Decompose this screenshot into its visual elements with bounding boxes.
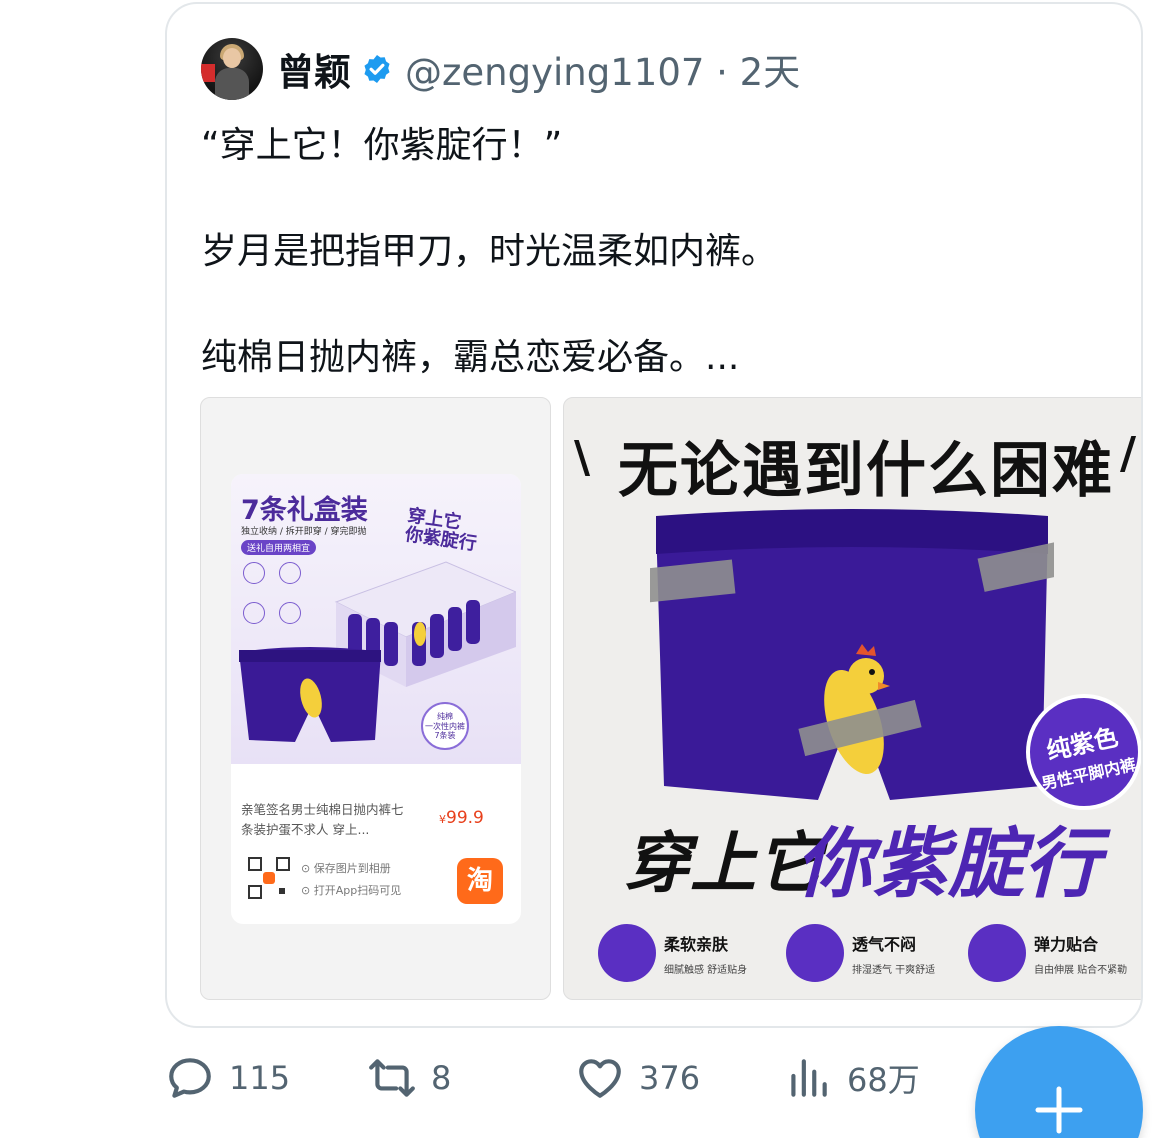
- retweet-button[interactable]: 8: [367, 1048, 451, 1108]
- verified-badge-icon: [364, 55, 390, 83]
- tweet-action-bar: 115 8 376 68万: [165, 1048, 965, 1108]
- reply-count: 115: [229, 1059, 291, 1097]
- product-tag: 送礼自用两相宜: [241, 540, 317, 555]
- media-image-left[interactable]: 7条礼盒装 独立收纳 / 拆开即穿 / 穿完即抛 送礼自用两相宜 穿上它 你紫腚…: [200, 397, 551, 1000]
- views-chart-icon: [791, 1059, 827, 1097]
- product-slogan: 穿上它 你紫腚行: [403, 505, 478, 555]
- product-description: 亲笔签名男士纯棉日抛内裤七条装护蛋不求人 穿上...: [241, 802, 404, 837]
- underwear-illustration: [239, 647, 381, 742]
- handle-and-time[interactable]: @zengying1107 · 2天: [405, 42, 800, 96]
- retweet-icon: [369, 1059, 415, 1097]
- heart-icon: [579, 1059, 621, 1098]
- save-image-hint: ⊙ 保存图片到相册: [301, 862, 391, 875]
- plus-icon: [1035, 1086, 1083, 1134]
- compose-button[interactable]: [975, 1026, 1143, 1138]
- product-share-card: 7条礼盒装 独立收纳 / 拆开即穿 / 穿完即抛 送礼自用两相宜 穿上它 你紫腚…: [231, 474, 521, 924]
- product-image: 7条礼盒装 独立收纳 / 拆开即穿 / 穿完即抛 送礼自用两相宜 穿上它 你紫腚…: [231, 474, 521, 764]
- avatar[interactable]: [201, 38, 263, 100]
- tweet-header: 曾颖 @zengying1107 · 2天: [201, 34, 800, 104]
- feature-dot-icon: [243, 562, 265, 584]
- feature-soft: 柔软亲肤 细腻触感 舒适贴身: [598, 924, 747, 982]
- retweet-count: 8: [431, 1059, 452, 1097]
- product-subtitle: 独立收纳 / 拆开即穿 / 穿完即抛: [241, 527, 367, 537]
- product-price: ¥99.9: [439, 808, 484, 828]
- like-button[interactable]: 376: [575, 1048, 700, 1108]
- ad-headline: 无论遇到什么困难: [618, 436, 1114, 506]
- tweet-text-line-3: 纯棉日抛内裤，霸总恋爱必备。...: [201, 337, 740, 378]
- qr-code-icon: [248, 857, 290, 899]
- airflow-icon: [786, 924, 844, 982]
- taobao-app-icon: 淘: [457, 858, 503, 904]
- bracket-left-icon: \: [574, 432, 591, 483]
- cloud-icon: [598, 924, 656, 982]
- view-count: 68万: [847, 1061, 920, 1099]
- like-count: 376: [639, 1059, 701, 1097]
- feature-breathable: 透气不闷 排湿透气 干爽舒适: [786, 924, 935, 982]
- author-name[interactable]: 曾颖: [277, 42, 351, 96]
- reply-button[interactable]: 115: [165, 1048, 290, 1108]
- underwear-illustration: [650, 509, 1054, 800]
- quoted-tweet-card[interactable]: 曾颖 @zengying1107 · 2天 “穿上它！你紫腚行！” 岁月是把指甲…: [165, 2, 1143, 1028]
- product-title: 7条礼盒装: [241, 495, 368, 526]
- feature-dot-icon: [279, 602, 301, 624]
- tweet-text-line-2: 岁月是把指甲刀，时光温柔如内裤。: [201, 231, 778, 272]
- reply-icon: [169, 1058, 211, 1098]
- views-button[interactable]: 68万: [783, 1048, 920, 1108]
- feature-dot-icon: [243, 602, 265, 624]
- feature-stretch: 弹力贴合 自由伸展 贴合不紧勒: [968, 924, 1127, 982]
- media-image-right[interactable]: \ 无论遇到什么困难 / 纯紫色 男性平脚内裤 穿上它 你紫腚行 柔软亲肤 细腻触…: [563, 397, 1141, 1000]
- tweet-text-line-1: “穿上它！你紫腚行！”: [201, 125, 563, 166]
- slogan-purple: 你紫腚行: [796, 819, 1100, 908]
- feature-dot-icon: [279, 562, 301, 584]
- stretch-icon: [968, 924, 1026, 982]
- slogan-black: 穿上它: [624, 825, 822, 902]
- product-round-badge: 纯棉 一次性内裤 7条装: [421, 702, 469, 750]
- bracket-right-icon: /: [1120, 428, 1137, 479]
- scan-app-hint: ⊙ 打开App扫码可见: [301, 884, 402, 897]
